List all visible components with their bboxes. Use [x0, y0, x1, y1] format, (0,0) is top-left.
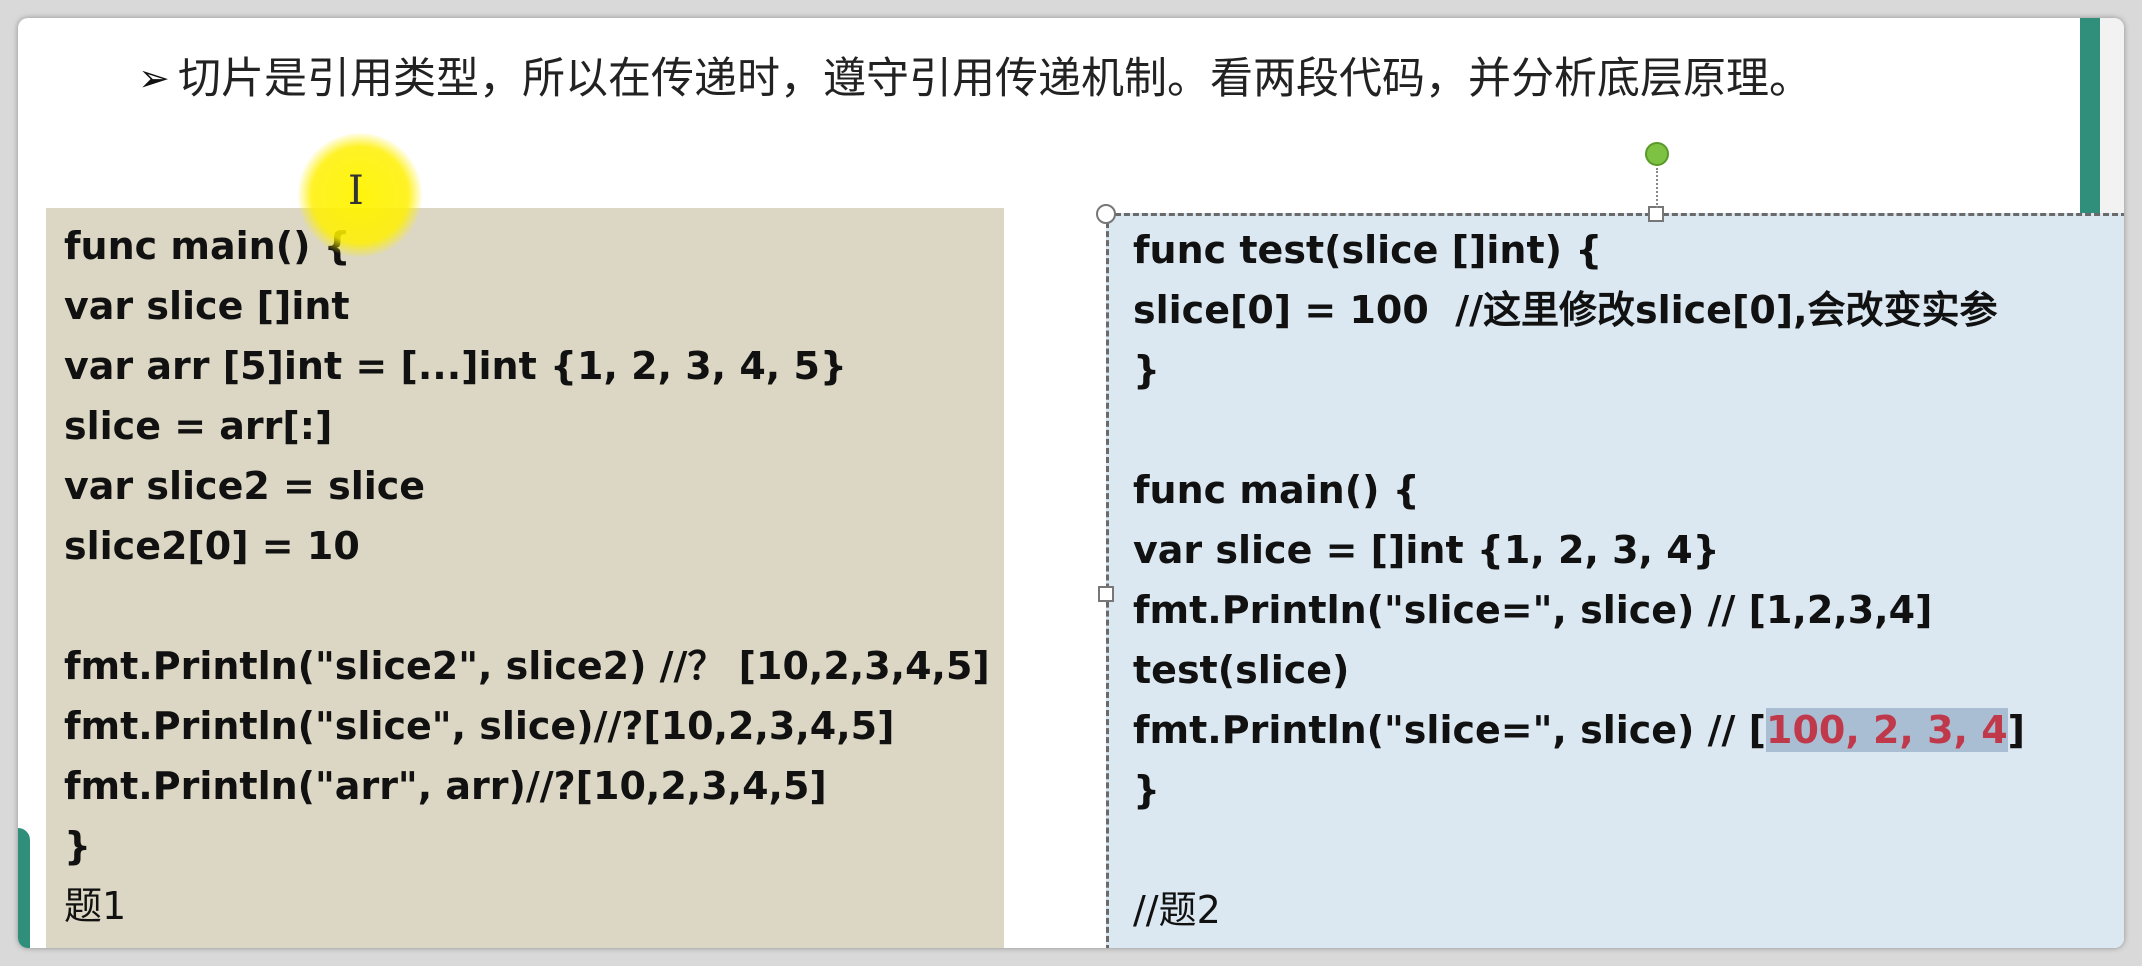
code-line: fmt.Println("slice", slice)//?[10,2,3,4,…	[64, 704, 895, 748]
accent-corner	[18, 828, 30, 948]
code-line: slice = arr[:]	[64, 404, 333, 448]
selected-text[interactable]: 100, 2, 3, 4	[1766, 708, 2008, 752]
bullet-point: ➢ 切片是引用类型，所以在传递时，遵守引用传递机制。看两段代码，并分析底层原理。	[138, 50, 2038, 108]
caption-1: 题1	[64, 884, 127, 928]
code-line: }	[1133, 348, 1161, 392]
code-line: func test(slice []int) {	[1133, 228, 1603, 272]
rotate-connector	[1656, 168, 1658, 208]
bullet-text: 切片是引用类型，所以在传递时，遵守引用传递机制。看两段代码，并分析底层原理。	[178, 54, 1812, 104]
resize-handle-top-left[interactable]	[1096, 204, 1116, 224]
code-line: func main() {	[1133, 468, 1420, 512]
resize-handle-top[interactable]	[1648, 206, 1664, 222]
code-line: var slice = []int {1, 2, 3, 4}	[1133, 528, 1720, 572]
code-line: fmt.Println("slice=", slice) // [1,2,3,4…	[1133, 588, 1933, 632]
code-line: var slice2 = slice	[64, 464, 426, 508]
code-text: fmt.Println("slice=", slice) // [	[1133, 708, 1766, 752]
code-line: }	[64, 824, 92, 868]
caption-2: //题2	[1133, 888, 1221, 932]
code-line: fmt.Println("arr", arr)//?[10,2,3,4,5]	[64, 764, 827, 808]
code-line: var slice []int	[64, 284, 350, 328]
code-box-2[interactable]: func test(slice []int) { slice[0] = 100 …	[1106, 213, 2124, 948]
accent-bar	[2080, 18, 2100, 218]
code-line-highlighted: fmt.Println("slice=", slice) // [100, 2,…	[1133, 700, 2025, 760]
code-line: slice[0] = 100 //这里修改slice[0],会改变实参	[1133, 288, 1998, 332]
code-line: var arr [5]int = [...]int {1, 2, 3, 4, 5…	[64, 344, 847, 388]
code-line: }	[1133, 768, 1161, 812]
text-cursor-icon: I	[348, 168, 364, 214]
bullet-arrow-icon: ➢	[138, 56, 170, 100]
code-text: ]	[2007, 708, 2026, 752]
code-box-1: func main() { var slice []int var arr [5…	[46, 208, 1004, 948]
code-line: slice2[0] = 10	[64, 524, 360, 568]
code-line: test(slice)	[1133, 648, 1350, 692]
slide: ➢ 切片是引用类型，所以在传递时，遵守引用传递机制。看两段代码，并分析底层原理。…	[18, 18, 2124, 948]
resize-handle-left[interactable]	[1098, 586, 1114, 602]
rotate-handle-icon[interactable]	[1645, 142, 1669, 166]
code-line: fmt.Println("slice2", slice2) //？ [10,2,…	[64, 644, 990, 688]
